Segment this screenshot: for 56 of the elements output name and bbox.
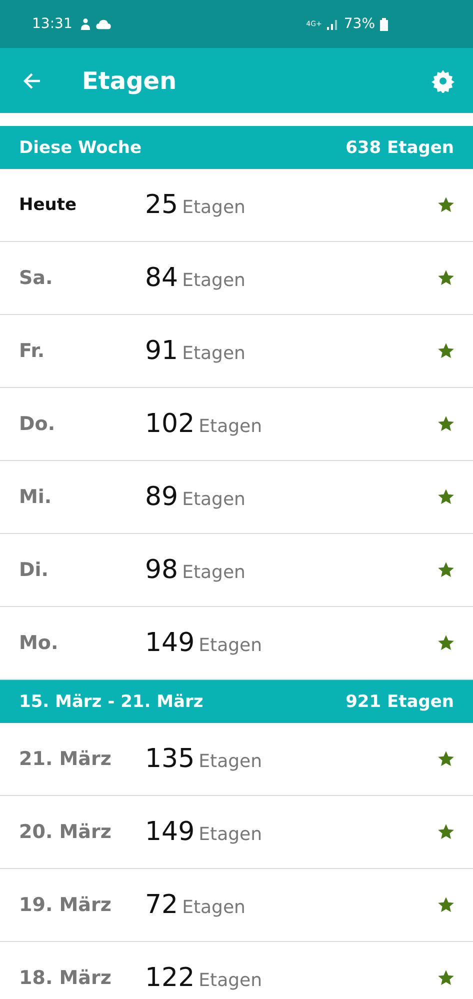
day-row[interactable]: Do. 102 Etagen (0, 388, 473, 461)
day-row[interactable]: Di. 98 Etagen (0, 534, 473, 607)
unit-label: Etagen (182, 197, 246, 218)
section-total: 638 Etagen (346, 138, 454, 158)
day-label: Di. (19, 559, 50, 581)
unit-label: Etagen (198, 635, 262, 656)
floor-count: 91 (145, 336, 178, 366)
screen-title: Etagen (82, 66, 177, 94)
settings-icon[interactable] (431, 68, 455, 92)
unit-label: Etagen (182, 270, 246, 291)
floor-count: 149 (145, 628, 195, 658)
section-title: 15. März - 21. März (19, 692, 204, 712)
floor-count: 89 (145, 482, 178, 512)
floor-count: 149 (145, 817, 195, 847)
day-row[interactable]: Mi. 89 Etagen (0, 461, 473, 534)
day-label: 20. März (19, 821, 112, 843)
day-row[interactable]: Heute 25 Etagen (0, 169, 473, 242)
section-title: Diese Woche (19, 138, 142, 158)
unit-label: Etagen (182, 562, 246, 583)
unit-label: Etagen (182, 489, 246, 510)
day-label: 18. März (19, 967, 112, 989)
day-row[interactable]: 19. März 72 Etagen (0, 869, 473, 942)
cloud-icon (96, 18, 112, 30)
clock-time: 13:31 (32, 16, 72, 32)
unit-label: Etagen (182, 897, 246, 918)
floor-count: 72 (145, 890, 178, 920)
signal-icon (326, 18, 339, 30)
floor-count: 98 (145, 555, 178, 585)
day-label: 19. März (19, 894, 112, 916)
day-label: Heute (19, 195, 78, 215)
day-label: Sa. (19, 267, 54, 289)
battery-icon (380, 18, 388, 30)
floor-count: 135 (145, 744, 195, 774)
unit-label: Etagen (198, 416, 262, 437)
day-row[interactable]: Sa. 84 Etagen (0, 242, 473, 315)
person-icon (80, 18, 92, 30)
day-row[interactable]: 20. März 149 Etagen (0, 796, 473, 869)
unit-label: Etagen (198, 970, 262, 991)
day-label: Mo. (19, 632, 60, 654)
back-arrow-icon[interactable] (22, 70, 42, 90)
day-label: Mi. (19, 486, 53, 508)
unit-label: Etagen (198, 824, 262, 845)
day-row[interactable]: 21. März 135 Etagen (0, 723, 473, 796)
battery-level: 73% (344, 16, 375, 32)
floor-count: 122 (145, 963, 195, 993)
floor-count: 25 (145, 190, 178, 220)
unit-label: Etagen (198, 751, 262, 772)
day-label: Do. (19, 413, 56, 435)
day-label: Fr. (19, 340, 46, 362)
day-row[interactable]: 18. März 122 Etagen (0, 942, 473, 999)
day-label: 21. März (19, 748, 112, 770)
floor-count: 102 (145, 409, 195, 439)
section-total: 921 Etagen (346, 692, 454, 712)
day-row[interactable]: Fr. 91 Etagen (0, 315, 473, 388)
unit-label: Etagen (182, 343, 246, 364)
floor-count: 84 (145, 263, 178, 293)
